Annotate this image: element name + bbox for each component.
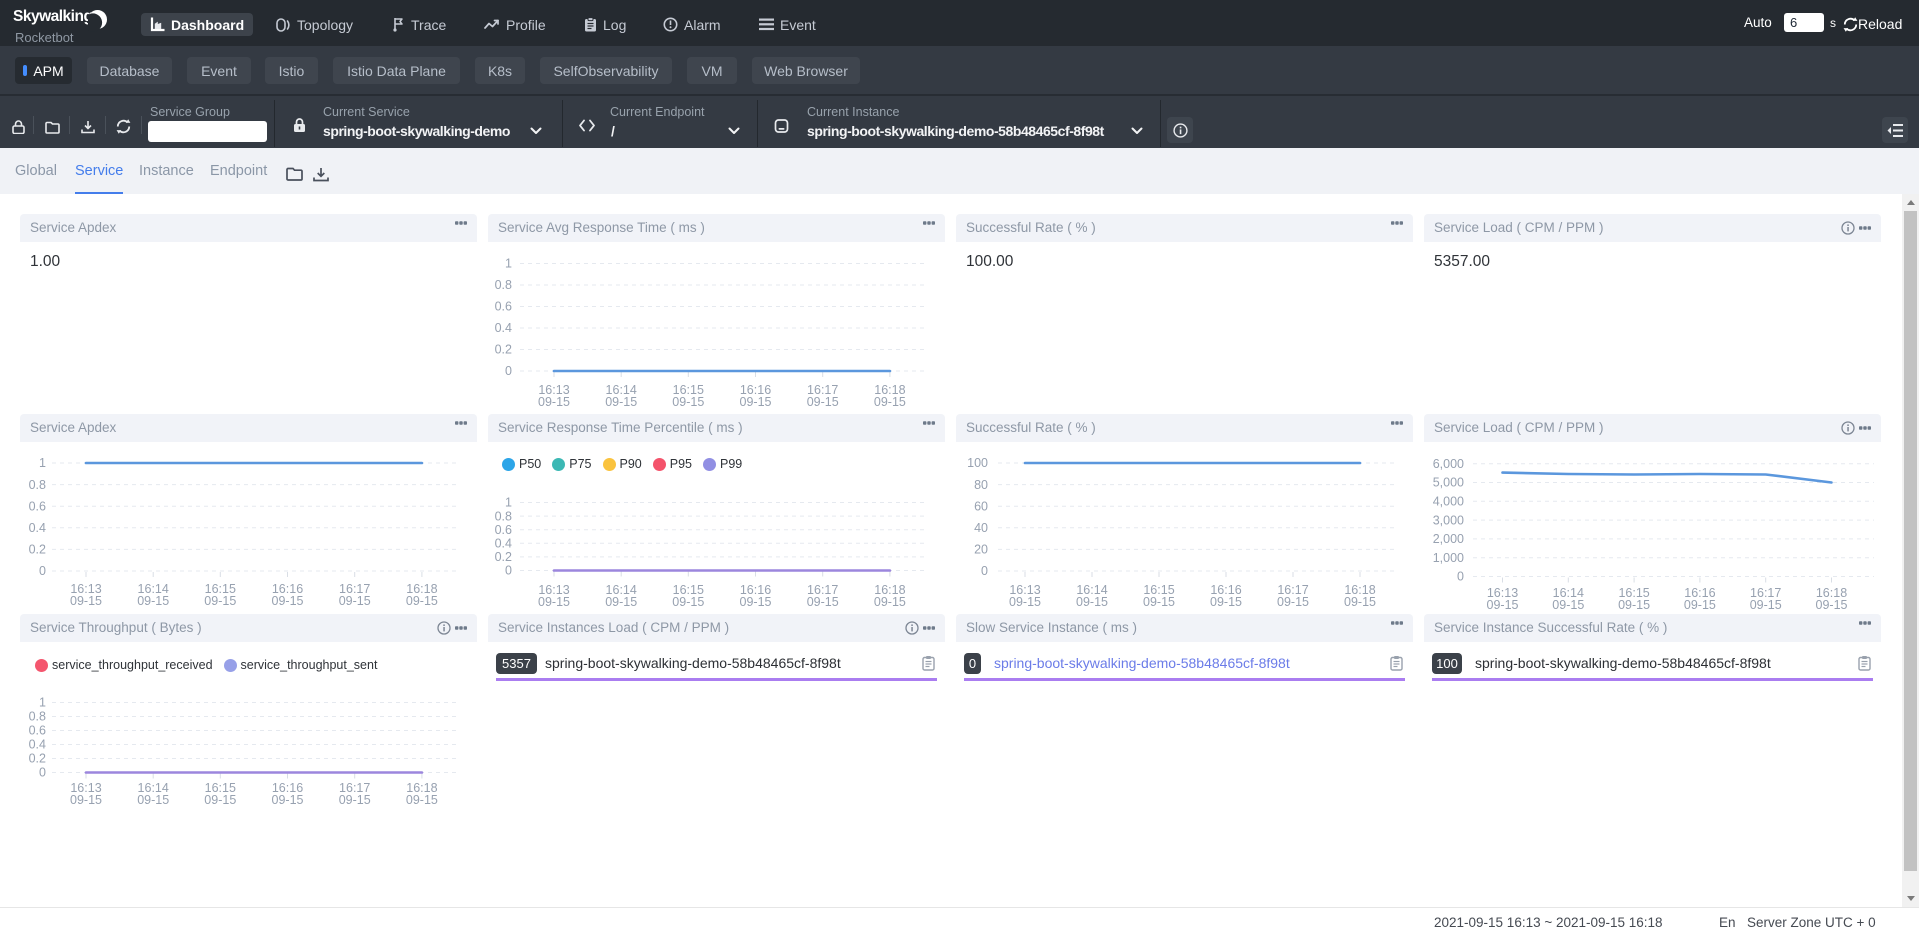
svg-text:0.4: 0.4 — [29, 521, 46, 535]
svg-text:80: 80 — [974, 478, 988, 492]
svg-text:09-15: 09-15 — [1487, 598, 1519, 610]
svg-text:0.8: 0.8 — [495, 278, 512, 292]
svg-text:09-15: 09-15 — [538, 395, 570, 406]
svg-text:09-15: 09-15 — [1143, 595, 1175, 606]
svg-text:0.8: 0.8 — [29, 478, 46, 492]
svg-text:09-15: 09-15 — [1750, 598, 1782, 610]
svg-text:0.4: 0.4 — [495, 537, 512, 551]
svg-text:0.8: 0.8 — [29, 710, 46, 724]
svg-text:1: 1 — [39, 696, 46, 710]
svg-text:09-15: 09-15 — [740, 395, 772, 406]
svg-text:09-15: 09-15 — [272, 594, 304, 606]
svg-text:09-15: 09-15 — [874, 395, 906, 406]
svg-text:1,000: 1,000 — [1433, 551, 1464, 565]
svg-text:0.4: 0.4 — [495, 321, 512, 335]
svg-text:4,000: 4,000 — [1433, 495, 1464, 509]
svg-text:09-15: 09-15 — [272, 793, 304, 806]
svg-text:1: 1 — [505, 496, 512, 510]
svg-text:09-15: 09-15 — [874, 595, 906, 606]
svg-text:09-15: 09-15 — [1009, 595, 1041, 606]
svg-text:0: 0 — [1457, 570, 1464, 584]
svg-text:0.6: 0.6 — [29, 724, 46, 738]
svg-text:100: 100 — [967, 456, 988, 470]
svg-text:6,000: 6,000 — [1433, 457, 1464, 471]
svg-text:0.2: 0.2 — [495, 550, 512, 564]
svg-text:09-15: 09-15 — [1684, 598, 1716, 610]
svg-text:60: 60 — [974, 499, 988, 513]
svg-text:09-15: 09-15 — [1344, 595, 1376, 606]
svg-text:09-15: 09-15 — [406, 793, 438, 806]
svg-text:09-15: 09-15 — [1210, 595, 1242, 606]
svg-text:5,000: 5,000 — [1433, 476, 1464, 490]
svg-text:09-15: 09-15 — [807, 595, 839, 606]
svg-text:09-15: 09-15 — [70, 793, 102, 806]
svg-text:0.2: 0.2 — [29, 543, 46, 557]
svg-text:0.2: 0.2 — [29, 752, 46, 766]
svg-text:09-15: 09-15 — [807, 395, 839, 406]
svg-text:09-15: 09-15 — [204, 594, 236, 606]
svg-text:0.8: 0.8 — [495, 509, 512, 523]
svg-text:09-15: 09-15 — [740, 595, 772, 606]
svg-text:3,000: 3,000 — [1433, 513, 1464, 527]
svg-text:09-15: 09-15 — [1552, 598, 1584, 610]
svg-text:0: 0 — [505, 364, 512, 378]
svg-text:09-15: 09-15 — [605, 595, 637, 606]
svg-text:0.6: 0.6 — [495, 523, 512, 537]
svg-text:09-15: 09-15 — [605, 395, 637, 406]
svg-text:0.2: 0.2 — [495, 343, 512, 357]
svg-text:0: 0 — [981, 564, 988, 578]
svg-text:0: 0 — [505, 564, 512, 578]
svg-text:0: 0 — [39, 766, 46, 780]
svg-text:09-15: 09-15 — [204, 793, 236, 806]
svg-text:09-15: 09-15 — [1277, 595, 1309, 606]
svg-text:09-15: 09-15 — [672, 595, 704, 606]
svg-text:1: 1 — [505, 257, 512, 271]
svg-text:0: 0 — [39, 564, 46, 578]
svg-text:09-15: 09-15 — [406, 594, 438, 606]
svg-text:40: 40 — [974, 521, 988, 535]
svg-text:09-15: 09-15 — [1076, 595, 1108, 606]
svg-text:09-15: 09-15 — [672, 395, 704, 406]
svg-text:09-15: 09-15 — [538, 595, 570, 606]
svg-text:09-15: 09-15 — [339, 594, 371, 606]
svg-text:20: 20 — [974, 543, 988, 557]
svg-text:09-15: 09-15 — [137, 594, 169, 606]
svg-text:09-15: 09-15 — [1816, 598, 1848, 610]
svg-text:0.4: 0.4 — [29, 738, 46, 752]
svg-text:09-15: 09-15 — [137, 793, 169, 806]
svg-text:0.6: 0.6 — [495, 300, 512, 314]
svg-text:09-15: 09-15 — [1618, 598, 1650, 610]
svg-text:0.6: 0.6 — [29, 499, 46, 513]
svg-text:09-15: 09-15 — [339, 793, 371, 806]
svg-text:09-15: 09-15 — [70, 594, 102, 606]
svg-text:1: 1 — [39, 456, 46, 470]
svg-text:2,000: 2,000 — [1433, 532, 1464, 546]
